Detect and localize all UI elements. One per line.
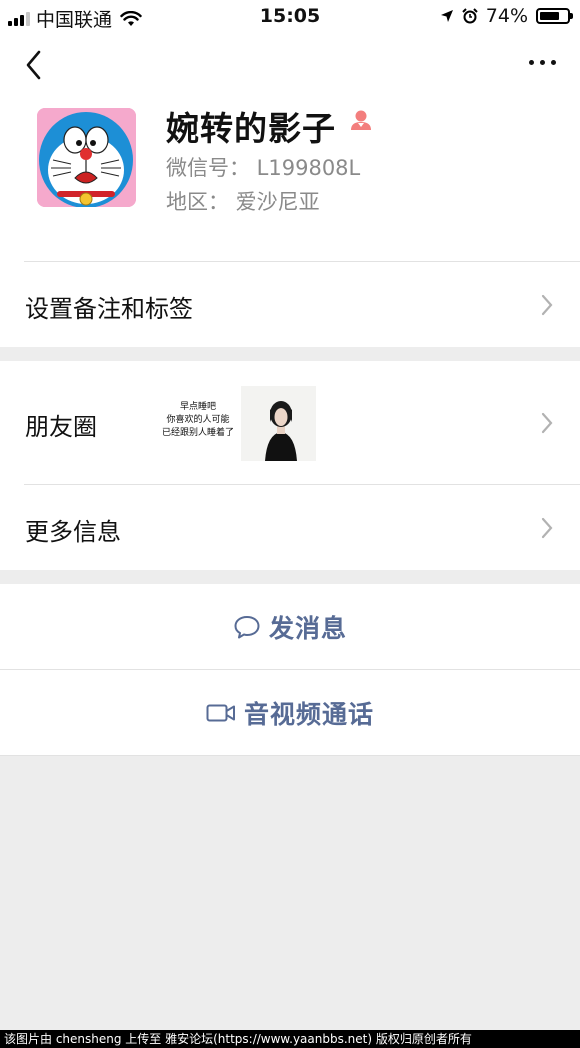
female-icon	[351, 110, 371, 130]
send-message-button[interactable]: 发消息	[0, 584, 580, 669]
profile-header: 婉转的影子 微信号： L199808L 地区： 爱沙尼亚	[0, 94, 580, 262]
status-bar: 中国联通 15:05 74%	[0, 0, 580, 34]
moments-row[interactable]: 朋友圈 早点睡吧 你喜欢的人可能 已经跟别人睡着了	[0, 361, 580, 484]
chevron-right-icon	[541, 517, 553, 539]
send-message-label: 发消息	[268, 613, 347, 643]
moments-photo-thumbnail	[241, 386, 316, 461]
avatar-image	[37, 108, 136, 207]
watermark-text: 该图片由 chensheng 上传至 雅安论坛(https://www.yaan…	[0, 1030, 580, 1048]
battery-percent: 74%	[485, 5, 528, 27]
region: 地区： 爱沙尼亚	[166, 190, 320, 214]
chevron-right-icon	[541, 294, 553, 316]
moments-label: 朋友圈	[25, 413, 97, 441]
remark-row[interactable]: 设置备注和标签	[0, 262, 580, 347]
alarm-icon	[462, 8, 478, 24]
avatar[interactable]	[37, 108, 136, 207]
location-arrow-icon	[440, 10, 453, 22]
nav-bar	[0, 34, 580, 94]
moments-text-line: 你喜欢的人可能	[166, 415, 230, 425]
profile-name: 婉转的影子	[166, 109, 336, 148]
battery-icon	[536, 8, 573, 24]
wechat-id: 微信号： L199808L	[166, 156, 361, 180]
video-call-label: 音视频通话	[243, 699, 374, 729]
remark-label: 设置备注和标签	[25, 295, 193, 323]
moments-group: 朋友圈 早点睡吧 你喜欢的人可能 已经跟别人睡着了 更多信息	[0, 361, 580, 570]
video-camera-icon	[206, 704, 235, 721]
back-icon	[26, 50, 41, 80]
chevron-right-icon	[541, 412, 553, 434]
status-right: 74%	[440, 5, 573, 27]
divider	[0, 755, 580, 756]
moments-text-line: 已经跟别人睡着了	[161, 428, 234, 438]
chat-bubble-icon	[234, 615, 260, 638]
more-info-label: 更多信息	[25, 518, 121, 546]
more-icon[interactable]	[529, 60, 556, 65]
moments-text-line: 早点睡吧	[179, 402, 216, 412]
more-info-row[interactable]: 更多信息	[0, 485, 580, 570]
moments-text-preview: 早点睡吧 你喜欢的人可能 已经跟别人睡着了	[158, 401, 238, 440]
video-call-button[interactable]: 音视频通话	[0, 670, 580, 755]
back-button[interactable]	[20, 48, 50, 82]
